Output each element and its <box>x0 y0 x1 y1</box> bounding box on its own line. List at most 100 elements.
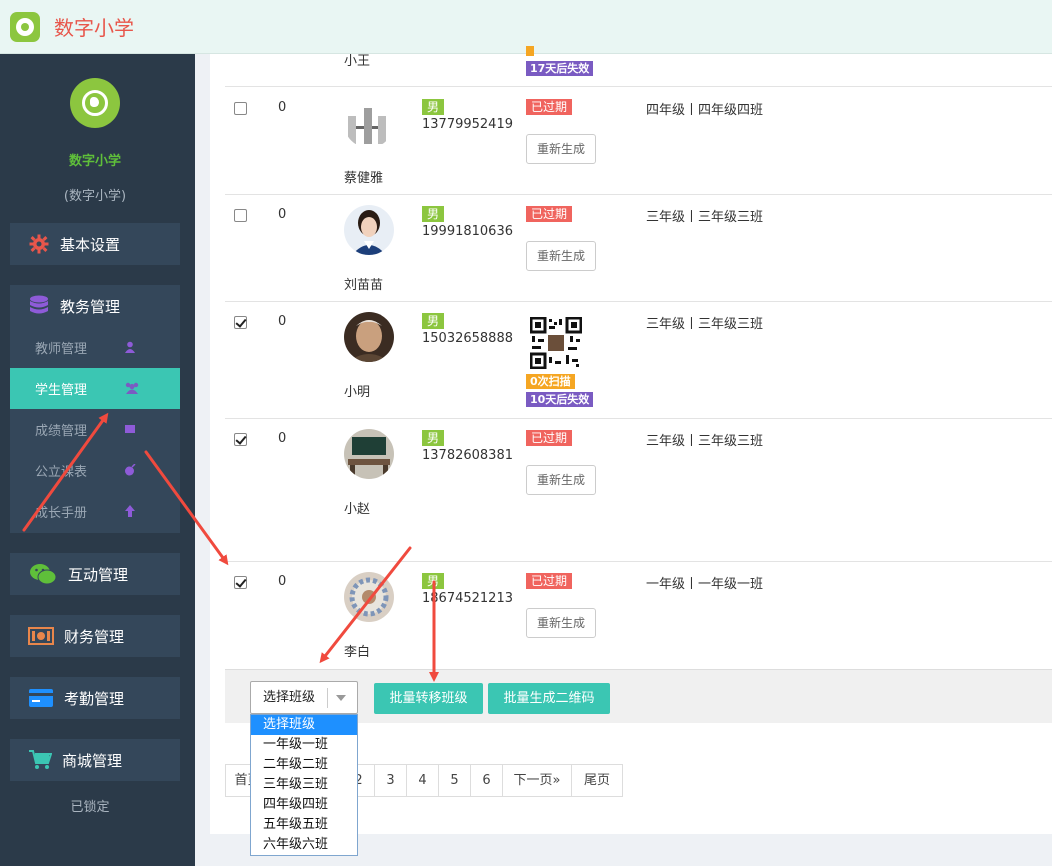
gender-badge: 男 <box>422 99 445 115</box>
menu-label: 考勤管理 <box>64 689 125 708</box>
student-phone: 18674521213 <box>422 591 513 606</box>
menu-academic-head[interactable]: 教务管理 <box>10 285 180 327</box>
dropdown-option[interactable]: 六年级六班 <box>251 835 357 855</box>
dropdown-option[interactable]: 一年级一班 <box>251 735 357 755</box>
row-checkbox[interactable] <box>234 316 247 329</box>
gender-badge: 男 <box>422 313 445 329</box>
student-name: 小明 <box>344 385 371 400</box>
student-class: 四年级丨四年级四班 <box>646 103 764 118</box>
student-name: 李白 <box>344 645 371 660</box>
sidebar-item-students[interactable]: 学生管理 <box>10 368 180 409</box>
menu-label: 财务管理 <box>64 627 125 646</box>
student-photo <box>344 98 394 148</box>
class-select-value: 选择班级 <box>263 690 316 705</box>
locked-label: 已锁定 <box>70 800 110 815</box>
scan-badge <box>526 46 534 56</box>
table-row: 0 蔡健雅 男 13779952419 已过期 重新生成 四年级丨四年级四班 <box>225 88 1052 195</box>
arrow-up-icon <box>125 505 135 517</box>
page-next[interactable]: 下一页» <box>502 764 572 797</box>
regenerate-button[interactable]: 重新生成 <box>526 465 596 495</box>
school-subtitle: (数字小学) <box>63 189 127 204</box>
menu-label: 基本设置 <box>60 235 121 254</box>
class-dropdown-list: 选择班级 一年级一班 二年级二班 三年级三班 四年级四班 五年级五班 六年级六班 <box>250 714 358 856</box>
menu-attendance[interactable]: 考勤管理 <box>10 677 180 719</box>
book-icon <box>125 425 135 433</box>
batch-qr-button[interactable]: 批量生成二维码 <box>488 683 610 714</box>
student-class: 三年级丨三年级三班 <box>646 317 764 332</box>
page-4[interactable]: 4 <box>406 764 439 797</box>
status-badge: 已过期 <box>526 573 573 589</box>
regenerate-button[interactable]: 重新生成 <box>526 608 596 638</box>
sidebar-item-growth[interactable]: 成长手册 <box>10 491 180 532</box>
row-count: 0 <box>278 431 287 446</box>
student-class: 三年级丨三年级三班 <box>646 434 764 449</box>
dropdown-option[interactable]: 三年级三班 <box>251 775 357 795</box>
expire-badge: 10天后失效 <box>526 392 594 407</box>
page-6[interactable]: 6 <box>470 764 503 797</box>
database-icon <box>28 295 50 316</box>
student-photo <box>344 572 394 622</box>
regenerate-button[interactable]: 重新生成 <box>526 241 596 271</box>
sidebar-item-teachers[interactable]: 教师管理 <box>10 327 180 368</box>
sidebar-item-schedule[interactable]: 公立课表 <box>10 450 180 491</box>
wechat-icon <box>28 564 58 585</box>
student-photo <box>344 429 394 479</box>
user-icon <box>125 341 135 353</box>
cart-icon <box>28 750 52 770</box>
table-row: 小王 17天后失效 <box>225 46 1052 87</box>
row-count: 0 <box>278 207 287 222</box>
app-logo-icon <box>10 12 40 42</box>
sidebar-item-label: 公立课表 <box>35 465 88 480</box>
row-checkbox[interactable] <box>234 209 247 222</box>
school-avatar <box>70 78 120 128</box>
student-phone: 13779952419 <box>422 117 513 132</box>
page-3[interactable]: 3 <box>374 764 407 797</box>
sidebar-item-label: 教师管理 <box>35 342 88 357</box>
menu-label: 互动管理 <box>68 565 129 584</box>
student-name: 蔡健雅 <box>344 171 384 186</box>
bomb-icon <box>125 464 136 476</box>
row-count: 0 <box>278 574 287 589</box>
sidebar-item-label: 成长手册 <box>35 506 88 521</box>
row-count: 0 <box>278 100 287 115</box>
batch-transfer-button[interactable]: 批量转移班级 <box>374 683 483 714</box>
menu-interaction[interactable]: 互动管理 <box>10 553 180 595</box>
student-phone: 19991810636 <box>422 224 513 239</box>
regenerate-button[interactable]: 重新生成 <box>526 134 596 164</box>
status-badge: 已过期 <box>526 430 573 446</box>
sidebar-item-grades[interactable]: 成绩管理 <box>10 409 180 450</box>
page-last[interactable]: 尾页 <box>571 764 623 797</box>
row-checkbox[interactable] <box>234 102 247 115</box>
table-row: 0 刘苗苗 男 19991810636 已过期 重新生成 三年级丨三年级三班 <box>225 195 1052 302</box>
status-badge: 已过期 <box>526 206 573 222</box>
menu-finance[interactable]: 财务管理 <box>10 615 180 657</box>
student-phone: 13782608381 <box>422 448 513 463</box>
row-checkbox[interactable] <box>234 576 247 589</box>
table-row: 0 小赵 男 13782608381 已过期 重新生成 三年级丨三年级三班 <box>225 419 1052 562</box>
menu-academic: 教务管理 教师管理 学生管理 成绩管理 公立课表 成长手册 <box>10 285 180 533</box>
users-icon <box>125 382 139 394</box>
globe-icon <box>82 90 108 116</box>
gender-badge: 男 <box>422 430 445 446</box>
app-title: 数字小学 <box>54 16 134 40</box>
class-select[interactable]: 选择班级 <box>250 681 358 714</box>
menu-basic-settings[interactable]: 基本设置 <box>10 223 180 265</box>
menu-label: 商城管理 <box>62 751 123 770</box>
card-icon <box>28 688 54 708</box>
chevron-down-icon <box>336 695 346 701</box>
dropdown-option[interactable]: 四年级四班 <box>251 795 357 815</box>
row-checkbox[interactable] <box>234 433 247 446</box>
dropdown-option[interactable]: 二年级二班 <box>251 755 357 775</box>
row-count: 0 <box>278 314 287 329</box>
dropdown-option[interactable]: 选择班级 <box>251 715 357 735</box>
student-photo <box>344 312 394 362</box>
student-photo <box>344 205 394 255</box>
student-name: 小赵 <box>344 502 371 517</box>
dropdown-option[interactable]: 五年级五班 <box>251 815 357 835</box>
page-5[interactable]: 5 <box>438 764 471 797</box>
sidebar: 数字小学 (数字小学) 基本设置 教务管理 教师管理 学生管理 成绩管理 公立课… <box>0 54 195 866</box>
gender-badge: 男 <box>422 573 445 589</box>
menu-shop[interactable]: 商城管理 <box>10 739 180 781</box>
student-phone: 15032658888 <box>422 331 513 346</box>
table-row: 0 小明 男 15032658888 0次扫描 10天后失效 三年级丨三年级三班 <box>225 302 1052 419</box>
